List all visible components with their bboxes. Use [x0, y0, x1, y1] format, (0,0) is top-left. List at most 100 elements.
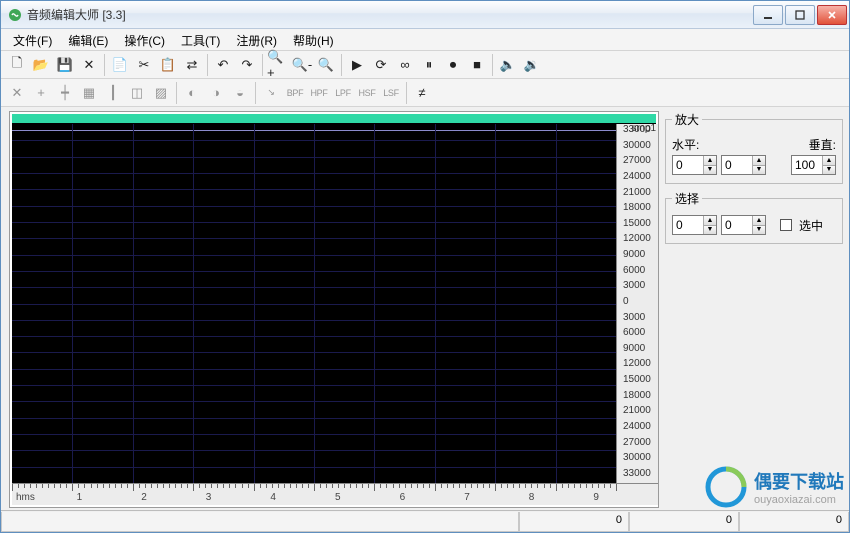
- maximize-button[interactable]: [785, 5, 815, 25]
- x-tick: 1: [77, 492, 83, 503]
- play-loop-button[interactable]: ⟳: [369, 53, 393, 77]
- select-b-spinner[interactable]: ▲▼: [721, 215, 766, 235]
- filter-bpf[interactable]: BPF: [283, 81, 307, 105]
- new-button[interactable]: 🗋: [5, 53, 29, 77]
- pause-button[interactable]: ⏸: [417, 53, 441, 77]
- fx-button-2[interactable]: +: [29, 81, 53, 105]
- menu-edit[interactable]: 编辑(E): [60, 29, 116, 50]
- undo-button[interactable]: ↶: [211, 53, 235, 77]
- open-button[interactable]: 📂: [29, 53, 53, 77]
- filter-fade[interactable]: ↘: [259, 81, 283, 105]
- speaker-right-icon[interactable]: 🔉: [520, 53, 544, 77]
- fx-button-1[interactable]: ✕: [5, 81, 29, 105]
- waveform-header[interactable]: [12, 114, 656, 124]
- select-panel: 选择 ▲▼ ▲▼ 选中: [665, 190, 843, 244]
- down-icon[interactable]: ▼: [753, 166, 765, 175]
- y-tick: 21000: [623, 406, 658, 419]
- horiz-label: 水平:: [672, 136, 699, 153]
- swap-button[interactable]: ⇄: [180, 53, 204, 77]
- redo-button[interactable]: ↷: [235, 53, 259, 77]
- zoom-fit-button[interactable]: 🔍: [314, 53, 338, 77]
- x-tick: 6: [400, 492, 406, 503]
- y-tick: 3000: [623, 281, 658, 294]
- y-tick: 21000: [623, 188, 658, 201]
- delete-button[interactable]: ✕: [77, 53, 101, 77]
- select-a-input[interactable]: [673, 216, 703, 234]
- zoom-out-button[interactable]: 🔍-: [290, 53, 314, 77]
- zoom-h1-input[interactable]: [673, 156, 703, 174]
- fx-phase-2[interactable]: ◑: [204, 81, 228, 105]
- toolbar-filters: ✕ + ┿ ▦ ┃ ◫ ▨ ◐ ◑ ◒ ↘ BPF HPF LPF HSF LS…: [1, 79, 849, 107]
- y-tick: 27000: [623, 156, 658, 169]
- x-tick: 8: [529, 492, 535, 503]
- y-tick: 30000: [623, 453, 658, 466]
- x-tick: 9: [593, 492, 599, 503]
- down-icon[interactable]: ▼: [753, 226, 765, 235]
- selected-checkbox[interactable]: [780, 219, 792, 231]
- fx-phase-1[interactable]: ◐: [180, 81, 204, 105]
- fx-button-5[interactable]: ┃: [101, 81, 125, 105]
- y-tick: 24000: [623, 172, 658, 185]
- filter-hsf[interactable]: HSF: [355, 81, 379, 105]
- waveform-panel: smp1 33000300002700024000210001800015000…: [9, 111, 659, 508]
- select-a-spinner[interactable]: ▲▼: [672, 215, 717, 235]
- selected-label: 选中: [799, 217, 823, 234]
- menu-help[interactable]: 帮助(H): [285, 29, 342, 50]
- x-tick: 3: [206, 492, 212, 503]
- fx-phase-3[interactable]: ◒: [228, 81, 252, 105]
- status-cell-4: 0: [739, 512, 849, 532]
- menubar: 文件(F) 编辑(E) 操作(C) 工具(T) 注册(R) 帮助(H): [1, 29, 849, 51]
- minimize-button[interactable]: [753, 5, 783, 25]
- fx-extra[interactable]: ≠: [410, 81, 434, 105]
- fx-button-3[interactable]: ┿: [53, 81, 77, 105]
- copy-button[interactable]: 📄: [108, 53, 132, 77]
- menu-tools[interactable]: 工具(T): [173, 29, 228, 50]
- cut-button[interactable]: ✂: [132, 53, 156, 77]
- stop-button[interactable]: ■: [465, 53, 489, 77]
- record-button[interactable]: ⏺: [441, 53, 465, 77]
- up-icon[interactable]: ▲: [753, 156, 765, 166]
- status-cell-2: 0: [519, 512, 629, 532]
- select-b-input[interactable]: [722, 216, 752, 234]
- save-button[interactable]: 💾: [53, 53, 77, 77]
- filter-hpf[interactable]: HPF: [307, 81, 331, 105]
- menu-register[interactable]: 注册(R): [228, 29, 285, 50]
- vert-label: 垂直:: [809, 136, 836, 153]
- fx-button-7[interactable]: ▨: [149, 81, 173, 105]
- toolbar-main: 🗋 📂 💾 ✕ 📄 ✂ 📋 ⇄ ↶ ↷ 🔍+ 🔍- 🔍 ▶ ⟳ ∞ ⏸ ⏺ ■ …: [1, 51, 849, 79]
- up-icon[interactable]: ▲: [704, 216, 716, 226]
- play-button[interactable]: ▶: [345, 53, 369, 77]
- down-icon[interactable]: ▼: [823, 166, 835, 175]
- filter-lsf[interactable]: LSF: [379, 81, 403, 105]
- fx-button-4[interactable]: ▦: [77, 81, 101, 105]
- zoom-h2-input[interactable]: [722, 156, 752, 174]
- paste-button[interactable]: 📋: [156, 53, 180, 77]
- zoom-h1-spinner[interactable]: ▲▼: [672, 155, 717, 175]
- zoom-v-input[interactable]: [792, 156, 822, 174]
- up-icon[interactable]: ▲: [704, 156, 716, 166]
- zoom-in-button[interactable]: 🔍+: [266, 53, 290, 77]
- y-tick: 9000: [623, 344, 658, 357]
- zoom-v-spinner[interactable]: ▲▼: [791, 155, 836, 175]
- speaker-left-icon[interactable]: 🔈: [496, 53, 520, 77]
- up-icon[interactable]: ▲: [823, 156, 835, 166]
- filter-lpf[interactable]: LPF: [331, 81, 355, 105]
- menu-file[interactable]: 文件(F): [5, 29, 60, 50]
- down-icon[interactable]: ▼: [704, 166, 716, 175]
- loop-button[interactable]: ∞: [393, 53, 417, 77]
- y-tick: 6000: [623, 328, 658, 341]
- x-axis: hms 123456789: [12, 483, 658, 505]
- x-axis-unit: hms: [16, 492, 35, 503]
- zoom-h2-spinner[interactable]: ▲▼: [721, 155, 766, 175]
- zoom-panel: 放大 水平: 垂直: ▲▼ ▲▼ ▲▼: [665, 111, 843, 184]
- x-tick: 7: [464, 492, 470, 503]
- fx-button-6[interactable]: ◫: [125, 81, 149, 105]
- down-icon[interactable]: ▼: [704, 226, 716, 235]
- y-tick: 12000: [623, 359, 658, 372]
- menu-operate[interactable]: 操作(C): [116, 29, 173, 50]
- window-title: 音频编辑大师 [3.3]: [27, 6, 126, 23]
- close-button[interactable]: [817, 5, 847, 25]
- up-icon[interactable]: ▲: [753, 216, 765, 226]
- y-tick: 0: [623, 297, 658, 310]
- waveform-canvas[interactable]: [12, 124, 616, 483]
